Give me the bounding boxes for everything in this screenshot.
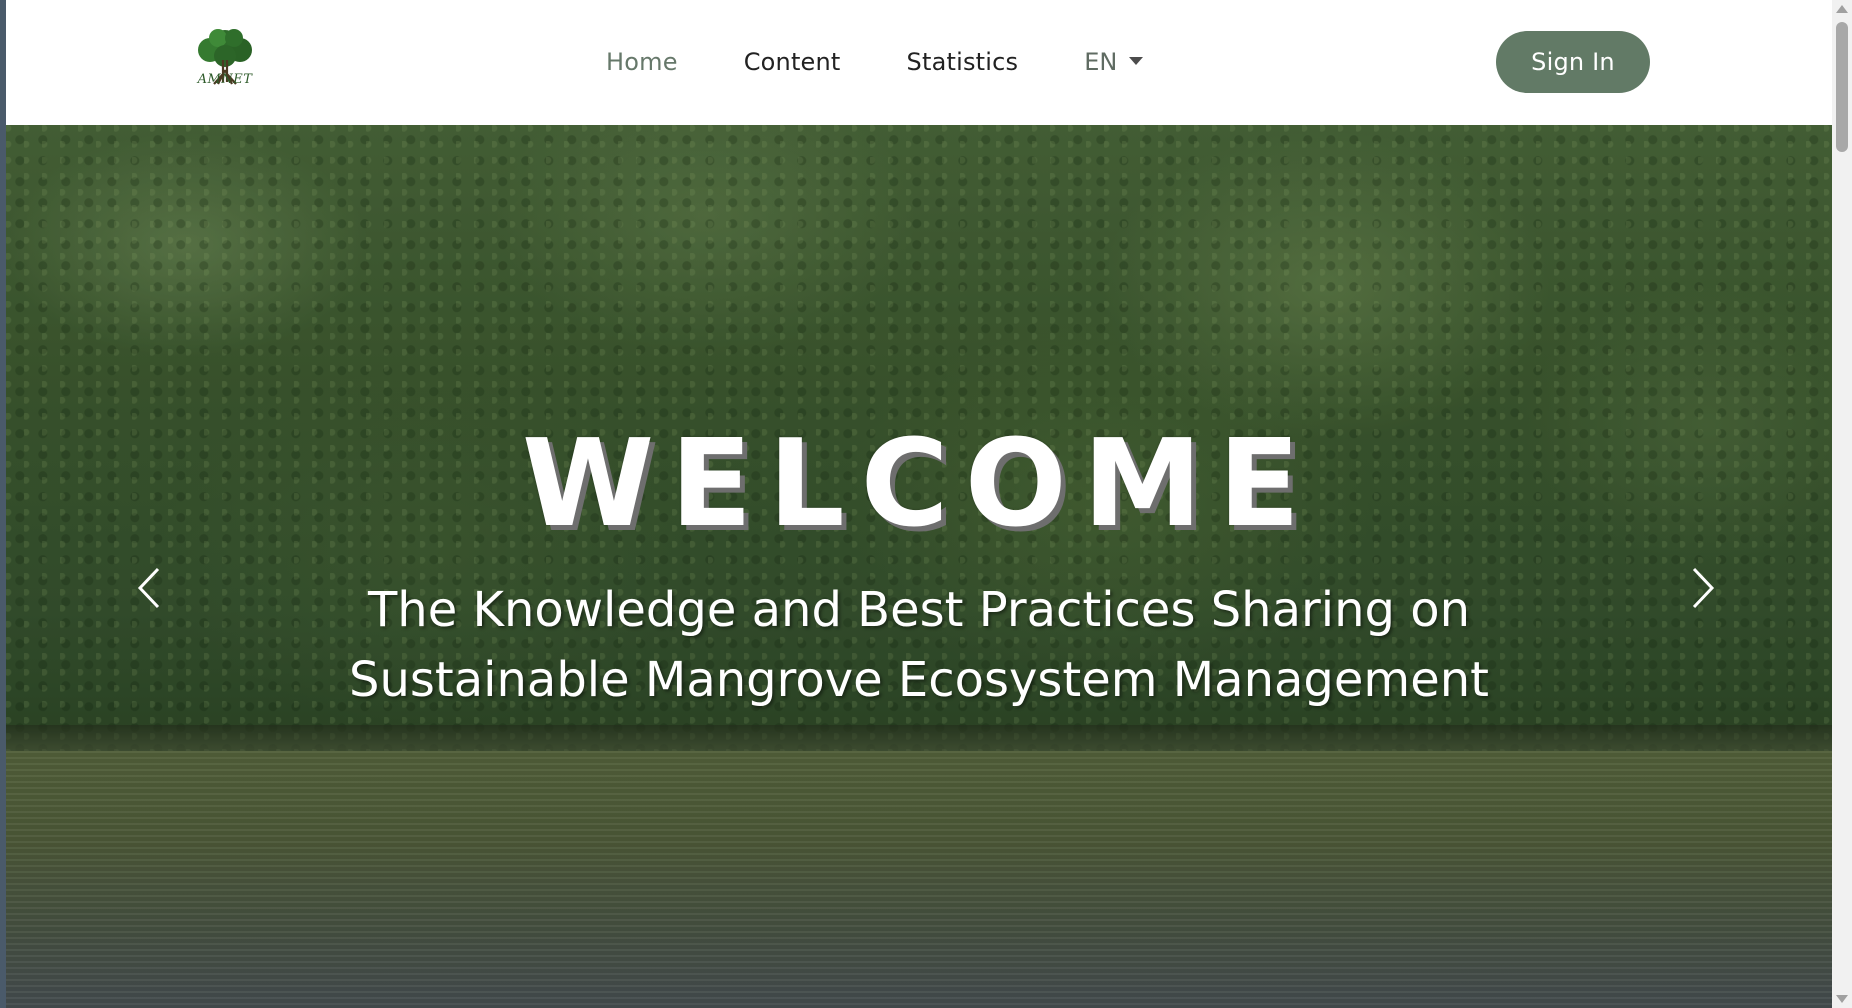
nav-content[interactable]: Content <box>744 42 841 82</box>
hero-subtitle-line2: Sustainable Mangrove Ecosystem Managemen… <box>349 652 1489 708</box>
chevron-right-icon <box>1692 567 1715 609</box>
main-nav: Home Content Statistics EN <box>606 42 1144 82</box>
chevron-left-icon <box>137 567 160 609</box>
page: AMNET Home Content Statistics EN Sign In… <box>6 0 1832 1008</box>
logo-wordmark: AMNET <box>197 72 253 87</box>
page-scrollbar[interactable] <box>1832 0 1852 1008</box>
scroll-up-icon[interactable] <box>1836 5 1848 13</box>
carousel-next-button[interactable] <box>1682 563 1722 613</box>
hero-subtitle: The Knowledge and Best Practices Sharing… <box>286 575 1552 715</box>
hero-title: WELCOME <box>521 415 1317 554</box>
hero-overlay <box>6 125 1832 1008</box>
sign-in-button[interactable]: Sign In <box>1496 31 1650 93</box>
language-dropdown[interactable]: EN <box>1084 42 1144 82</box>
nav-home[interactable]: Home <box>606 42 678 82</box>
language-selected: EN <box>1084 48 1118 76</box>
hero-carousel: WELCOME The Knowledge and Best Practices… <box>6 125 1832 1008</box>
caret-down-icon <box>1129 57 1144 65</box>
navbar: AMNET Home Content Statistics EN Sign In <box>6 0 1832 126</box>
scroll-thumb[interactable] <box>1836 22 1848 152</box>
scroll-down-icon[interactable] <box>1836 995 1848 1003</box>
carousel-prev-button[interactable] <box>130 563 170 613</box>
nav-statistics[interactable]: Statistics <box>907 42 1019 82</box>
hero-subtitle-line1: The Knowledge and Best Practices Sharing… <box>367 582 1471 638</box>
